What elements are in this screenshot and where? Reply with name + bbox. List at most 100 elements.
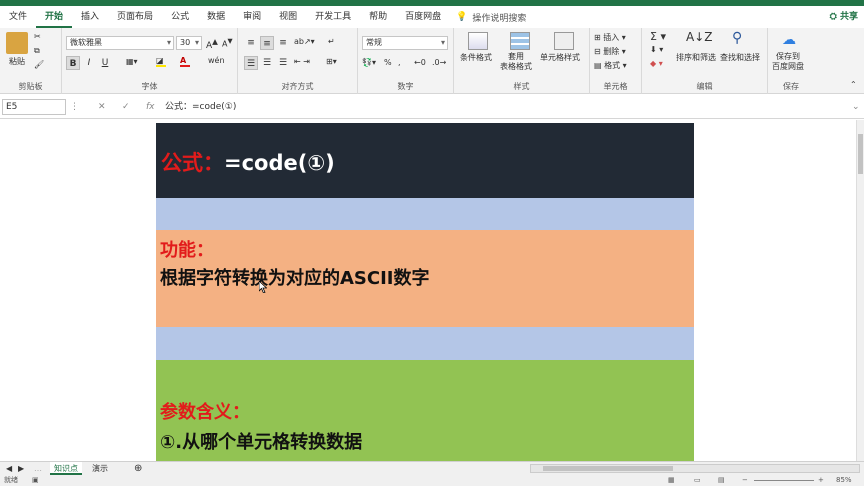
group-label-number: 数字 bbox=[397, 82, 414, 91]
group-label-clipboard: 剪贴板 bbox=[18, 82, 43, 91]
tab-baidu[interactable]: 百度网盘 bbox=[396, 6, 450, 28]
zoom-in-icon[interactable]: + bbox=[818, 475, 824, 486]
tab-insert[interactable]: 插入 bbox=[72, 6, 108, 28]
increase-decimal-icon[interactable]: ←0 bbox=[414, 58, 426, 67]
table-format-button[interactable]: 套用 表格格式 bbox=[500, 52, 532, 72]
bold-button[interactable]: B bbox=[66, 56, 80, 70]
conditional-format-button[interactable]: 条件格式 bbox=[460, 52, 492, 63]
wrap-text-icon[interactable]: ↵ bbox=[328, 37, 335, 46]
page-layout-view-icon[interactable]: ▭ bbox=[694, 475, 701, 486]
band-function: 功能： 根据字符转换为对应的ASCII数字 bbox=[156, 230, 694, 327]
tabs-more-icon[interactable]: … bbox=[30, 462, 46, 475]
tab-review[interactable]: 审阅 bbox=[234, 6, 270, 28]
zoom-level[interactable]: 85% bbox=[836, 475, 852, 486]
macro-record-icon[interactable]: ▣ bbox=[32, 475, 39, 486]
align-top-icon[interactable]: ≡ bbox=[244, 36, 258, 50]
delete-cells-label: 删除 bbox=[603, 47, 620, 56]
sort-filter-button[interactable]: 排序和筛选 bbox=[676, 52, 716, 63]
tab-page-layout[interactable]: 页面布局 bbox=[108, 6, 162, 28]
tab-developer[interactable]: 开发工具 bbox=[306, 6, 360, 28]
orientation-icon[interactable]: ab↗▾ bbox=[294, 37, 315, 46]
cancel-entry-icon[interactable]: ✕ bbox=[98, 99, 106, 115]
param-label: 参数含义： bbox=[160, 402, 250, 423]
insert-cells-button[interactable]: ⊞ 插入 ▾ bbox=[594, 32, 626, 43]
find-select-button[interactable]: 查找和选择 bbox=[720, 52, 760, 63]
align-center-icon[interactable]: ☰ bbox=[260, 56, 274, 70]
horizontal-scrollbar[interactable] bbox=[530, 464, 860, 473]
sheet-tab-knowledge[interactable]: 知识点 bbox=[50, 462, 82, 475]
conditional-format-icon[interactable] bbox=[468, 32, 488, 50]
mouse-cursor-icon bbox=[259, 281, 267, 293]
font-color-icon[interactable]: A bbox=[180, 56, 190, 67]
indent-icon[interactable]: ⇤ ⇥ bbox=[294, 57, 310, 66]
font-name-select[interactable]: 微软雅黑 bbox=[66, 36, 174, 50]
group-styles: 条件格式 套用 表格格式 单元格样式 样式 bbox=[454, 28, 590, 94]
cell-styles-button[interactable]: 单元格样式 bbox=[540, 52, 580, 63]
accounting-format-icon[interactable]: 💱▾ bbox=[362, 58, 376, 67]
worksheet-grid[interactable]: 公式：=code(①) 功能： 根据字符转换为对应的ASCII数字 参数含义： … bbox=[0, 120, 856, 461]
fill-color-icon[interactable]: ◪ bbox=[156, 56, 166, 67]
align-bottom-icon[interactable]: ≡ bbox=[276, 36, 290, 50]
group-label-styles: 样式 bbox=[513, 82, 530, 91]
tab-view[interactable]: 视图 bbox=[270, 6, 306, 28]
percent-icon[interactable]: % bbox=[384, 58, 392, 67]
insert-function-icon[interactable]: fx bbox=[146, 99, 155, 115]
baidu-cloud-icon[interactable]: ☁ bbox=[782, 32, 796, 48]
align-middle-icon[interactable]: ≡ bbox=[260, 36, 274, 50]
italic-button[interactable]: I bbox=[82, 56, 96, 70]
paste-button[interactable]: 粘贴 bbox=[9, 56, 25, 67]
delete-cells-button[interactable]: ⊟ 删除 ▾ bbox=[594, 46, 626, 57]
normal-view-icon[interactable]: ▦ bbox=[668, 475, 675, 486]
expand-formula-icon[interactable]: ⌄ bbox=[852, 99, 860, 115]
vertical-scroll-thumb[interactable] bbox=[858, 134, 863, 174]
copy-icon[interactable]: ⧉ bbox=[34, 46, 40, 56]
cut-icon[interactable]: ✂ bbox=[34, 32, 41, 41]
confirm-entry-icon[interactable]: ✓ bbox=[122, 99, 130, 115]
save-to-baidu-button[interactable]: 保存到 百度网盘 bbox=[772, 52, 804, 72]
share-button[interactable]: ⛭ 共享 bbox=[830, 6, 858, 28]
phonetic-icon[interactable]: wén bbox=[208, 56, 225, 65]
comma-style-icon[interactable]: , bbox=[398, 58, 401, 67]
fill-icon[interactable]: ⬇ ▾ bbox=[650, 45, 663, 54]
formula-input[interactable]: 公式：=code(①) bbox=[165, 99, 236, 115]
name-box[interactable]: E5 bbox=[2, 99, 66, 115]
zoom-out-icon[interactable]: − bbox=[742, 475, 748, 486]
tab-home[interactable]: 开始 bbox=[36, 6, 73, 28]
tell-me-search[interactable]: 💡 操作说明搜索 bbox=[456, 11, 526, 24]
horizontal-scroll-thumb[interactable] bbox=[543, 466, 673, 471]
vertical-scrollbar[interactable] bbox=[856, 120, 864, 461]
paste-icon[interactable] bbox=[6, 32, 28, 54]
format-cells-button[interactable]: ▤ 格式 ▾ bbox=[594, 60, 627, 71]
decrease-decimal-icon[interactable]: .0→ bbox=[432, 58, 446, 67]
band-spacer-1 bbox=[156, 198, 694, 230]
zoom-slider[interactable] bbox=[754, 480, 814, 481]
align-right-icon[interactable]: ☰ bbox=[276, 56, 290, 70]
clear-icon[interactable]: ◆ ▾ bbox=[650, 59, 663, 68]
sort-filter-icon[interactable]: A↓Z bbox=[686, 30, 712, 44]
grow-font-icon[interactable]: A▲ bbox=[206, 37, 218, 51]
tab-formulas[interactable]: 公式 bbox=[162, 6, 198, 28]
font-size-select[interactable]: 30 bbox=[176, 36, 202, 50]
find-select-icon[interactable]: ⚲ bbox=[732, 30, 742, 46]
tab-file[interactable]: 文件 bbox=[0, 6, 36, 28]
page-break-view-icon[interactable]: ▤ bbox=[718, 475, 725, 486]
align-left-icon[interactable]: ☰ bbox=[244, 56, 258, 70]
collapse-ribbon-icon[interactable]: ⌃ bbox=[850, 80, 857, 89]
autosum-icon[interactable]: Σ ▾ bbox=[650, 30, 666, 43]
band-spacer-2 bbox=[156, 327, 694, 360]
tab-data[interactable]: 数据 bbox=[198, 6, 234, 28]
name-box-more-icon[interactable]: ⋮ bbox=[70, 99, 79, 115]
shrink-font-icon[interactable]: A▼ bbox=[222, 37, 233, 49]
borders-icon[interactable]: ▦▾ bbox=[126, 57, 138, 66]
tab-help[interactable]: 帮助 bbox=[360, 6, 396, 28]
underline-button[interactable]: U bbox=[98, 56, 112, 70]
merge-center-icon[interactable]: ⊞▾ bbox=[326, 57, 337, 66]
number-format-select[interactable]: 常规 bbox=[362, 36, 448, 50]
add-sheet-icon[interactable]: ⊕ bbox=[130, 462, 146, 475]
sheet-tab-demo[interactable]: 演示 bbox=[88, 462, 112, 475]
scroll-tabs-right-icon[interactable]: ▶ bbox=[14, 462, 28, 475]
table-format-icon[interactable] bbox=[510, 32, 530, 50]
status-bar: 就绪 ▣ ▦ ▭ ▤ − + 85% bbox=[0, 475, 864, 486]
format-painter-icon[interactable]: 🖌 bbox=[34, 60, 44, 69]
cell-styles-icon[interactable] bbox=[554, 32, 574, 50]
